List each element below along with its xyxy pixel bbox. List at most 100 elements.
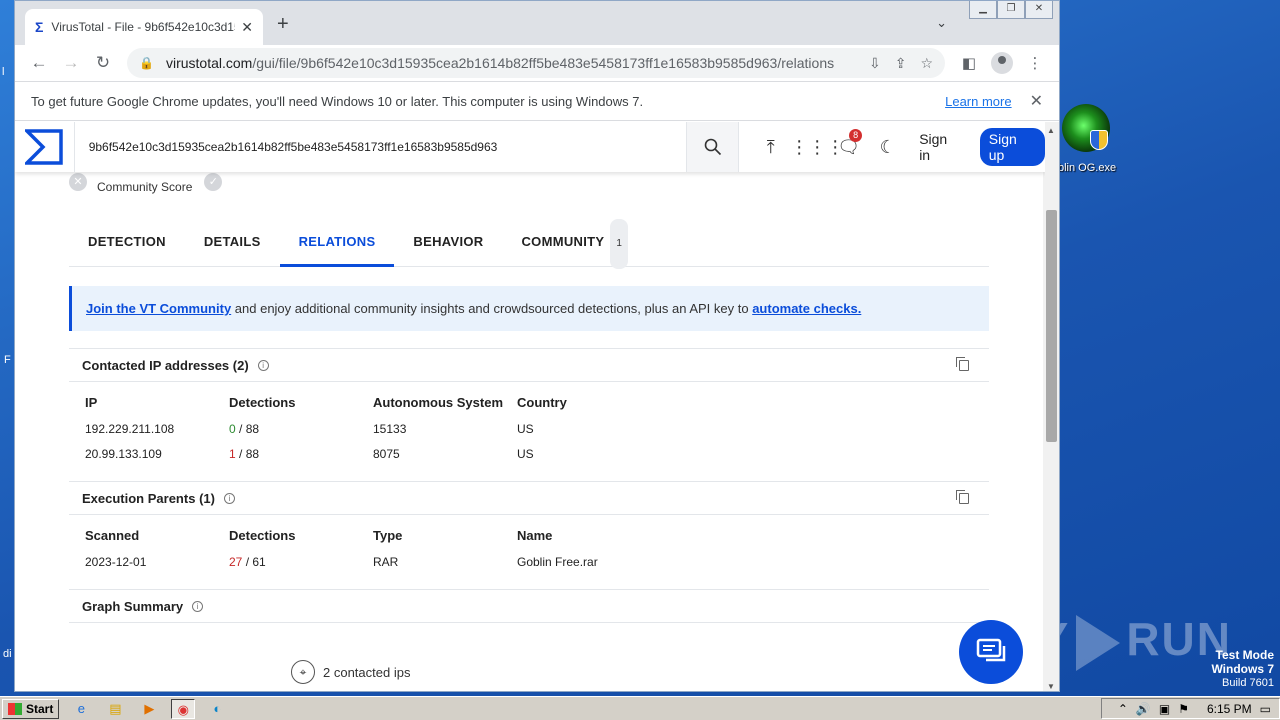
tab-search-icon[interactable]: ⌄ (936, 15, 947, 31)
graph-summary-section: Graph Summary i (69, 589, 989, 623)
table-row: 20.99.133.109 1 / 88 8075 US (85, 441, 717, 466)
back-icon[interactable]: ← (23, 53, 55, 73)
detections-count: 1 (229, 446, 236, 461)
join-community-link[interactable]: Join the VT Community (86, 301, 231, 316)
chrome-taskbar-icon[interactable]: ◉ (171, 698, 196, 719)
media-player-icon[interactable]: ▶ (137, 699, 161, 719)
menu-kebab-icon[interactable]: ⋮ (1019, 54, 1051, 72)
desktop-edge-text: l (2, 66, 5, 78)
update-infobar: To get future Google Chrome updates, you… (15, 81, 1059, 121)
explorer-folder-icon[interactable]: ▤ (103, 699, 127, 719)
desktop-icon-goblin[interactable]: blin OG.exe (1058, 104, 1122, 174)
sign-in-link[interactable]: Sign in (919, 131, 962, 163)
action-center-flag-icon[interactable]: ⚑ (1178, 702, 1189, 716)
address-bar[interactable]: 🔒 virustotal.com/gui/file/9b6f542e10c3d1… (127, 48, 945, 78)
tab-relations[interactable]: RELATIONS (279, 218, 395, 267)
desktop-icon-label: blin OG.exe (1058, 162, 1117, 174)
search-icon[interactable] (687, 122, 740, 172)
infobar-close-icon[interactable]: ✕ (1030, 91, 1043, 111)
minimize-button[interactable]: ▁ (969, 1, 997, 19)
tab-detection[interactable]: DETECTION (69, 218, 185, 266)
contacted-ips-count: (2) (232, 357, 249, 373)
bookmark-star-icon[interactable]: ☆ (920, 55, 933, 72)
ip-link[interactable]: 20.99.133.109 (85, 441, 229, 466)
community-score-label: Community Score (97, 180, 193, 194)
table-row: 192.229.211.108 0 / 88 15133 US (85, 416, 717, 441)
vote-harmless-icon[interactable]: ✓ (204, 173, 223, 191)
info-icon[interactable]: i (257, 359, 269, 371)
col-ip: IP (85, 395, 98, 410)
notifications-icon[interactable]: 🗨 8 (829, 128, 868, 158)
clock[interactable]: 6:15 PM (1207, 702, 1252, 716)
info-icon[interactable]: i (223, 492, 235, 504)
vt-header: 9b6f542e10c3d15935cea2b1614b82ff5be483e5… (15, 122, 1045, 172)
start-button[interactable]: Start (2, 698, 60, 719)
side-panel-icon[interactable]: ◧ (953, 54, 985, 72)
share-icon[interactable]: ⇪ (895, 55, 907, 72)
url-text[interactable]: virustotal.com/gui/file/9b6f542e10c3d159… (166, 55, 855, 71)
vote-harmful-icon[interactable]: ✕ (69, 173, 87, 191)
col-as: Autonomous System (373, 395, 504, 410)
virustotal-favicon-icon: Σ (35, 19, 44, 35)
community-score: ✕ Community Score ✓ (69, 170, 223, 194)
maximize-button[interactable]: ❐ (997, 1, 1025, 19)
browser-tab[interactable]: Σ VirusTotal - File - 9b6f542e10c3d159 ✕ (25, 9, 263, 45)
copy-icon[interactable] (956, 357, 969, 371)
page-scrollbar[interactable]: ▲ ▼ (1043, 122, 1059, 691)
execution-parents-count: (1) (199, 490, 215, 506)
uac-shield-icon (1090, 130, 1108, 150)
col-scanned: Scanned (85, 528, 140, 543)
new-tab-button[interactable]: + (277, 13, 289, 36)
tab-community-label: COMMUNITY (521, 234, 605, 249)
execution-parents-title: Execution Parents (82, 490, 196, 506)
tab-details[interactable]: DETAILS (185, 218, 280, 266)
test-mode-text: Test Mode Windows 7 Build 7601 (1211, 648, 1274, 690)
tab-community[interactable]: COMMUNITY 1 (502, 218, 647, 269)
learn-more-link[interactable]: Learn more (945, 94, 1011, 109)
reload-icon[interactable]: ↻ (87, 53, 119, 73)
tray-expand-icon[interactable]: ⌃ (1118, 702, 1128, 716)
tab-strip: Σ VirusTotal - File - 9b6f542e10c3d159 ✕… (15, 1, 1059, 45)
community-banner: Join the VT Community and enjoy addition… (69, 286, 989, 331)
scroll-thumb[interactable] (1046, 210, 1057, 442)
edge-icon[interactable]: ◐ (205, 699, 229, 719)
upload-icon[interactable]: ⤒ (751, 137, 790, 158)
graph-node-label: 2 contacted ips (323, 664, 411, 680)
install-icon[interactable]: ⇩ (869, 55, 881, 72)
test-mode-line1: Test Mode (1215, 648, 1274, 662)
profile-avatar-icon[interactable] (991, 52, 1013, 74)
taskbar: Start e ▤ ▶ ◉ ◐ ⌃ 🔊 ▣ ⚑ 6:15 PM ▭ (0, 696, 1280, 720)
country-cell: US (517, 446, 534, 461)
scroll-up-icon[interactable]: ▲ (1047, 126, 1055, 135)
lock-icon[interactable]: 🔒 (139, 56, 154, 70)
chat-button[interactable] (959, 620, 1023, 684)
virustotal-logo-icon[interactable] (15, 122, 75, 172)
contacted-ips-table: IP Detections Autonomous System Country … (85, 382, 717, 466)
execution-parents-table: Scanned Detections Type Name 2023-12-01 … (85, 515, 717, 574)
dark-mode-icon[interactable]: ☾ (868, 137, 907, 158)
vt-search-input[interactable]: 9b6f542e10c3d15935cea2b1614b82ff5be483e5… (75, 122, 688, 172)
network-icon[interactable]: ▣ (1159, 702, 1170, 716)
graph-node-contacted-ips[interactable]: ⌖ 2 contacted ips (291, 660, 410, 684)
volume-icon[interactable]: 🔊 (1136, 702, 1151, 716)
tab-behavior[interactable]: BEHAVIOR (394, 218, 502, 266)
table-row[interactable]: 2023-12-01 27 / 61 RAR Goblin Free.rar (85, 549, 717, 574)
automate-checks-link[interactable]: automate checks. (752, 301, 861, 316)
scroll-down-icon[interactable]: ▼ (1047, 682, 1055, 691)
tab-close-icon[interactable]: ✕ (241, 19, 253, 36)
as-cell: 15133 (373, 421, 407, 436)
type-cell: RAR (373, 554, 399, 569)
apps-grid-icon[interactable]: ⋮⋮⋮ (790, 137, 844, 158)
contacted-ips-title: Contacted IP addresses (82, 357, 230, 373)
close-window-button[interactable]: ✕ (1025, 1, 1053, 19)
sign-up-button[interactable]: Sign up (979, 128, 1045, 166)
detections-total: / 88 (235, 421, 260, 436)
forward-icon[interactable]: → (55, 53, 87, 73)
info-icon[interactable]: i (192, 600, 204, 612)
copy-icon[interactable] (956, 490, 969, 504)
ip-link[interactable]: 192.229.211.108 (85, 416, 229, 441)
execution-parents-section: Execution Parents (1) i Scanned Detectio… (69, 481, 989, 574)
ie-icon[interactable]: e (69, 699, 93, 719)
name-link[interactable]: Goblin Free.rar (517, 549, 717, 574)
show-desktop-icon[interactable]: ▭ (1260, 702, 1271, 716)
